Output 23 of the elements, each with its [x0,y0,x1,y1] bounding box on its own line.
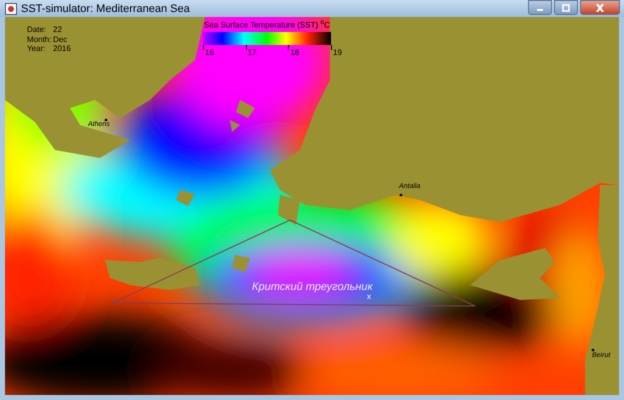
info-value: 22 [53,25,62,34]
region-label: Критский треугольник [252,281,373,293]
window-title: SST-simulator: Mediterranean Sea [21,2,190,14]
info-label: Month: [27,34,52,44]
info-value: Dec [53,34,68,44]
info-label: Year: [27,44,46,54]
info-label: Date: [27,25,48,34]
scale-tick-label: 19 [333,48,342,57]
scale-tick-label: 18 [290,48,300,57]
city-marker-icon [592,348,594,352]
legend-title: Sea Surface Temperature (SST) $^{o}$C [204,19,331,30]
city-marker-icon [400,194,402,196]
close-button[interactable] [580,0,620,15]
scale-tick-label: 17 [248,48,257,57]
city-marker-icon [104,118,108,122]
maximize-button[interactable] [554,0,578,15]
minimize-button[interactable] [528,0,552,15]
scale-tick-label: 16 [205,48,214,57]
maximize-icon [561,4,571,12]
point-marker: x [367,292,371,301]
app-icon [5,2,17,14]
info-value: 2016 [53,44,71,53]
close-icon [595,4,605,12]
